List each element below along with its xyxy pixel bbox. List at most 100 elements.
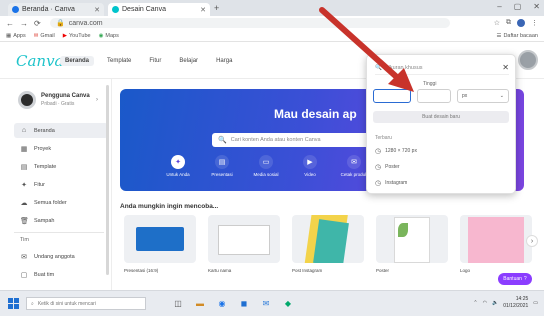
tile-logo[interactable]: Logo: [460, 215, 532, 273]
reload-icon[interactable]: ⟳: [34, 19, 41, 28]
social-media-icon: ▭: [259, 155, 273, 169]
star-icon[interactable]: ☆: [494, 19, 500, 27]
category-video[interactable]: ▶ Video: [292, 155, 328, 177]
sidebar-item-home[interactable]: ⌂ Beranda: [14, 123, 108, 138]
tab-favicon-icon: [112, 6, 119, 13]
recent-item[interactable]: ◷ Poster: [375, 161, 400, 173]
category-social-media[interactable]: ▭ Media sosial: [248, 155, 284, 177]
menu-icon[interactable]: ⋮: [531, 19, 538, 27]
category-label: Untuk Anda: [166, 172, 190, 177]
url-field[interactable]: 🔒 canva.com: [50, 18, 450, 28]
category-label: Presentasi: [211, 172, 233, 177]
canva-logo[interactable]: Canva: [16, 52, 64, 70]
minimize-icon[interactable]: –: [497, 2, 501, 11]
section-title: Anda mungkin ingin mencoba...: [120, 203, 219, 210]
windows-start-icon[interactable]: [8, 298, 19, 309]
dropdown-search[interactable]: 🔍 Ukuran khusus ✕: [375, 61, 509, 75]
app-icon[interactable]: ◆: [282, 297, 294, 309]
nav-pricing[interactable]: Harga: [211, 56, 237, 66]
category-for-you[interactable]: ✦ Untuk Anda: [160, 155, 196, 177]
bookmark-apps[interactable]: ▦ Apps: [6, 33, 26, 39]
url-text: canva.com: [68, 19, 103, 27]
nav-features[interactable]: Fitur: [144, 56, 166, 66]
tab-design[interactable]: Desain Canva ✕: [108, 3, 210, 16]
tab-title: Desain Canva: [122, 6, 166, 13]
new-tab-button[interactable]: +: [214, 3, 219, 13]
chrome-icon[interactable]: ◉: [216, 297, 228, 309]
profile-icon[interactable]: [517, 19, 525, 27]
tile-poster[interactable]: Poster: [376, 215, 448, 273]
question-icon: ?: [523, 276, 527, 282]
task-view-icon[interactable]: ◫: [172, 297, 184, 309]
hero-search-input[interactable]: 🔍 Cari konten Anda atau konten Canva: [212, 133, 388, 147]
tab-home[interactable]: Beranda · Canva ✕: [8, 3, 104, 16]
invite-icon: ✉: [21, 253, 27, 261]
chevron-up-icon[interactable]: ⌃: [473, 300, 477, 306]
sidebar-item-label: Sampah: [34, 217, 55, 224]
chevron-right-icon[interactable]: ›: [96, 97, 98, 103]
nav-learn[interactable]: Belajar: [174, 56, 203, 66]
address-bar: ← → ⟳ 🔒 canva.com ☆ ⧉ ⋮: [0, 16, 544, 30]
bookmark-gmail[interactable]: ✉ Gmail: [34, 33, 55, 39]
help-button[interactable]: Bantuan ?: [498, 273, 532, 285]
category-presentations[interactable]: ▤ Presentasi: [204, 155, 240, 177]
sidebar-scrollbar[interactable]: [106, 85, 109, 275]
wifi-icon[interactable]: ◠: [483, 300, 487, 306]
reading-list[interactable]: ☰ Daftar bacaan: [497, 33, 539, 39]
mail-icon[interactable]: ✉: [260, 297, 272, 309]
tile-label: Poster: [376, 268, 390, 273]
height-input[interactable]: [417, 89, 451, 103]
back-icon[interactable]: ←: [6, 19, 14, 28]
tab-close-icon[interactable]: ✕: [94, 6, 100, 14]
sidebar-item-create-team[interactable]: ▢ Buat tim: [14, 267, 108, 282]
extensions-icon[interactable]: ⧉: [506, 19, 511, 27]
tile-presentation[interactable]: Presentasi (16:9): [124, 215, 196, 273]
sidebar-item-label: Fitur: [34, 181, 45, 188]
sidebar-item-folders[interactable]: ☁ Semua folder: [14, 195, 108, 210]
maximize-icon[interactable]: ▢: [514, 2, 522, 11]
bookmark-maps[interactable]: ◉ Maps: [99, 33, 119, 39]
sidebar-item-features[interactable]: ✦ Fitur: [14, 177, 108, 192]
profile-switcher[interactable]: Pengguna Canva Pribadi · Gratis: [18, 91, 90, 109]
sidebar-item-invite[interactable]: ✉ Undang anggota: [14, 249, 108, 264]
forward-icon[interactable]: →: [20, 19, 28, 28]
clock-icon: ◷: [375, 148, 382, 155]
hero-search-placeholder: Cari konten Anda atau konten Canva: [230, 137, 321, 143]
sidebar-item-projects[interactable]: ▦ Proyek: [14, 141, 108, 156]
unit-select[interactable]: px ⌄: [457, 89, 509, 103]
avatar[interactable]: [518, 50, 538, 70]
clock[interactable]: 14:25 01/12/2021: [503, 296, 528, 310]
nav-home[interactable]: Beranda: [60, 56, 95, 66]
sidebar-divider: [14, 232, 104, 233]
sidebar-item-trash[interactable]: 🗑 Sampah: [14, 213, 108, 228]
notifications-icon[interactable]: ▭: [533, 300, 538, 306]
store-icon[interactable]: ◼: [238, 297, 250, 309]
recent-item[interactable]: ◷ Instagram: [375, 177, 407, 189]
presentation-icon: ▤: [215, 155, 229, 169]
sidebar-item-templates[interactable]: ▤ Template: [14, 159, 108, 174]
search-icon: 🔍: [218, 137, 227, 144]
profile-plan: Pribadi · Gratis: [41, 101, 75, 107]
dropdown-search-placeholder: Ukuran khusus: [385, 64, 423, 71]
tile-label: Kartu nama: [208, 268, 232, 273]
tile-instagram-post[interactable]: Post Instagram: [292, 215, 364, 273]
file-explorer-icon[interactable]: ▬: [194, 297, 206, 309]
tile-business-card[interactable]: Kartu nama: [208, 215, 280, 273]
reading-list-icon: ☰: [496, 32, 502, 39]
nav-templates[interactable]: Template: [102, 56, 136, 66]
search-icon: ⌕: [31, 300, 34, 307]
width-input[interactable]: [373, 89, 411, 103]
recent-item[interactable]: ◷ 1280 × 720 px: [375, 145, 417, 157]
close-window-icon[interactable]: ✕: [533, 2, 540, 11]
create-design-button[interactable]: Buat desain baru: [373, 111, 509, 123]
bookmark-youtube[interactable]: ▶ YouTube: [63, 33, 91, 39]
tab-close-icon[interactable]: ✕: [200, 6, 206, 14]
projects-icon: ▦: [20, 145, 28, 153]
close-icon[interactable]: ✕: [502, 63, 509, 72]
volume-icon[interactable]: 🔈: [492, 300, 498, 306]
design-type-tiles: Presentasi (16:9) Kartu nama Post Instag…: [120, 215, 540, 287]
next-arrow-icon[interactable]: ›: [526, 235, 538, 247]
clock-icon: ◷: [375, 180, 382, 187]
taskbar-search-input[interactable]: ⌕ Ketik di sini untuk mencari: [26, 297, 146, 310]
team-icon: ▢: [20, 271, 28, 279]
